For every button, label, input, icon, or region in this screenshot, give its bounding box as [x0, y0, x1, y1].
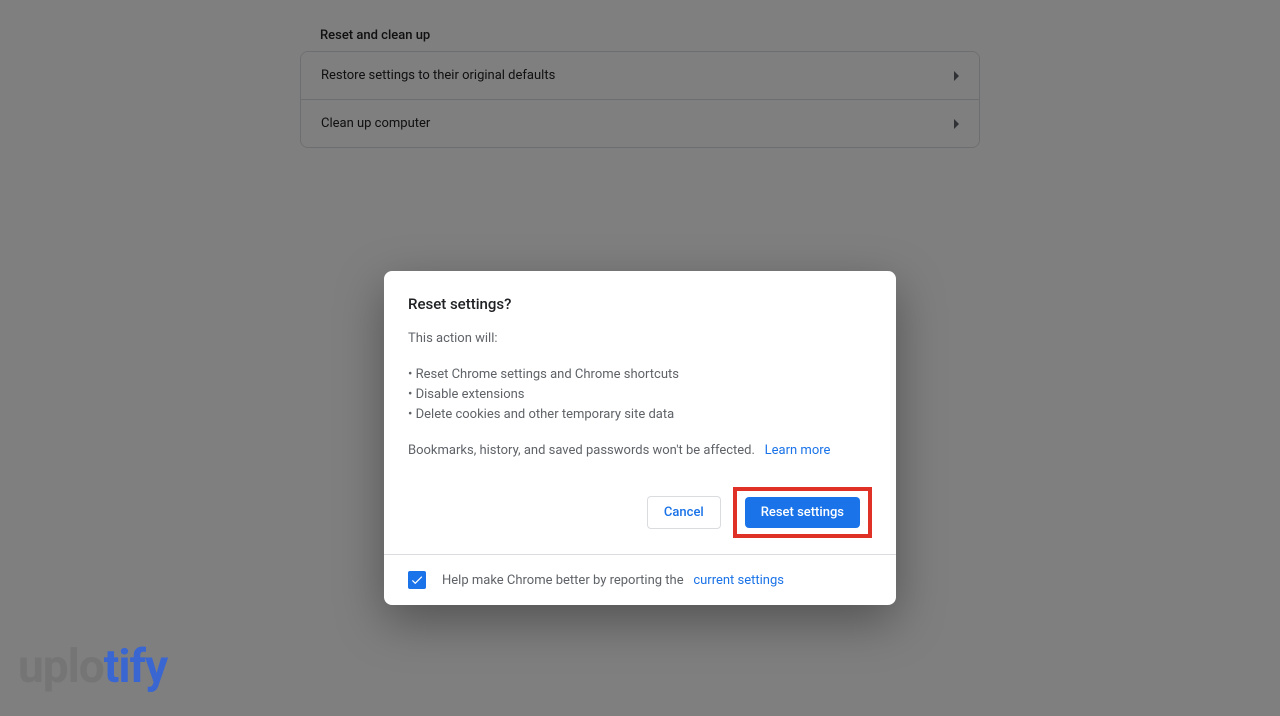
watermark-part2: tify — [104, 640, 167, 694]
reporting-checkbox[interactable] — [408, 571, 426, 589]
reset-settings-button[interactable]: Reset settings — [745, 497, 860, 528]
dialog-note: Bookmarks, history, and saved passwords … — [408, 441, 872, 461]
dialog-bullet-list: • Reset Chrome settings and Chrome short… — [408, 365, 872, 425]
note-text: Bookmarks, history, and saved passwords … — [408, 443, 755, 458]
reset-settings-dialog: Reset settings? This action will: • Rese… — [384, 271, 896, 605]
highlight-annotation: Reset settings — [733, 487, 872, 538]
current-settings-link[interactable]: current settings — [693, 573, 784, 588]
dialog-title: Reset settings? — [408, 295, 872, 313]
footer-text: Help make Chrome better by reporting the… — [442, 573, 784, 588]
modal-overlay: Reset settings? This action will: • Rese… — [0, 0, 1280, 716]
dialog-intro: This action will: — [408, 329, 872, 349]
dialog-footer: Help make Chrome better by reporting the… — [384, 554, 896, 605]
dialog-actions: Cancel Reset settings — [384, 477, 896, 554]
watermark-logo: uplotify — [18, 640, 167, 694]
check-icon — [410, 573, 424, 587]
learn-more-link[interactable]: Learn more — [765, 443, 831, 458]
footer-label: Help make Chrome better by reporting the — [442, 573, 684, 588]
bullet-item: • Delete cookies and other temporary sit… — [408, 405, 872, 425]
bullet-item: • Reset Chrome settings and Chrome short… — [408, 365, 872, 385]
bullet-item: • Disable extensions — [408, 385, 872, 405]
cancel-button[interactable]: Cancel — [647, 496, 721, 529]
watermark-part1: uplo — [18, 640, 104, 694]
dialog-body: Reset settings? This action will: • Rese… — [384, 271, 896, 477]
